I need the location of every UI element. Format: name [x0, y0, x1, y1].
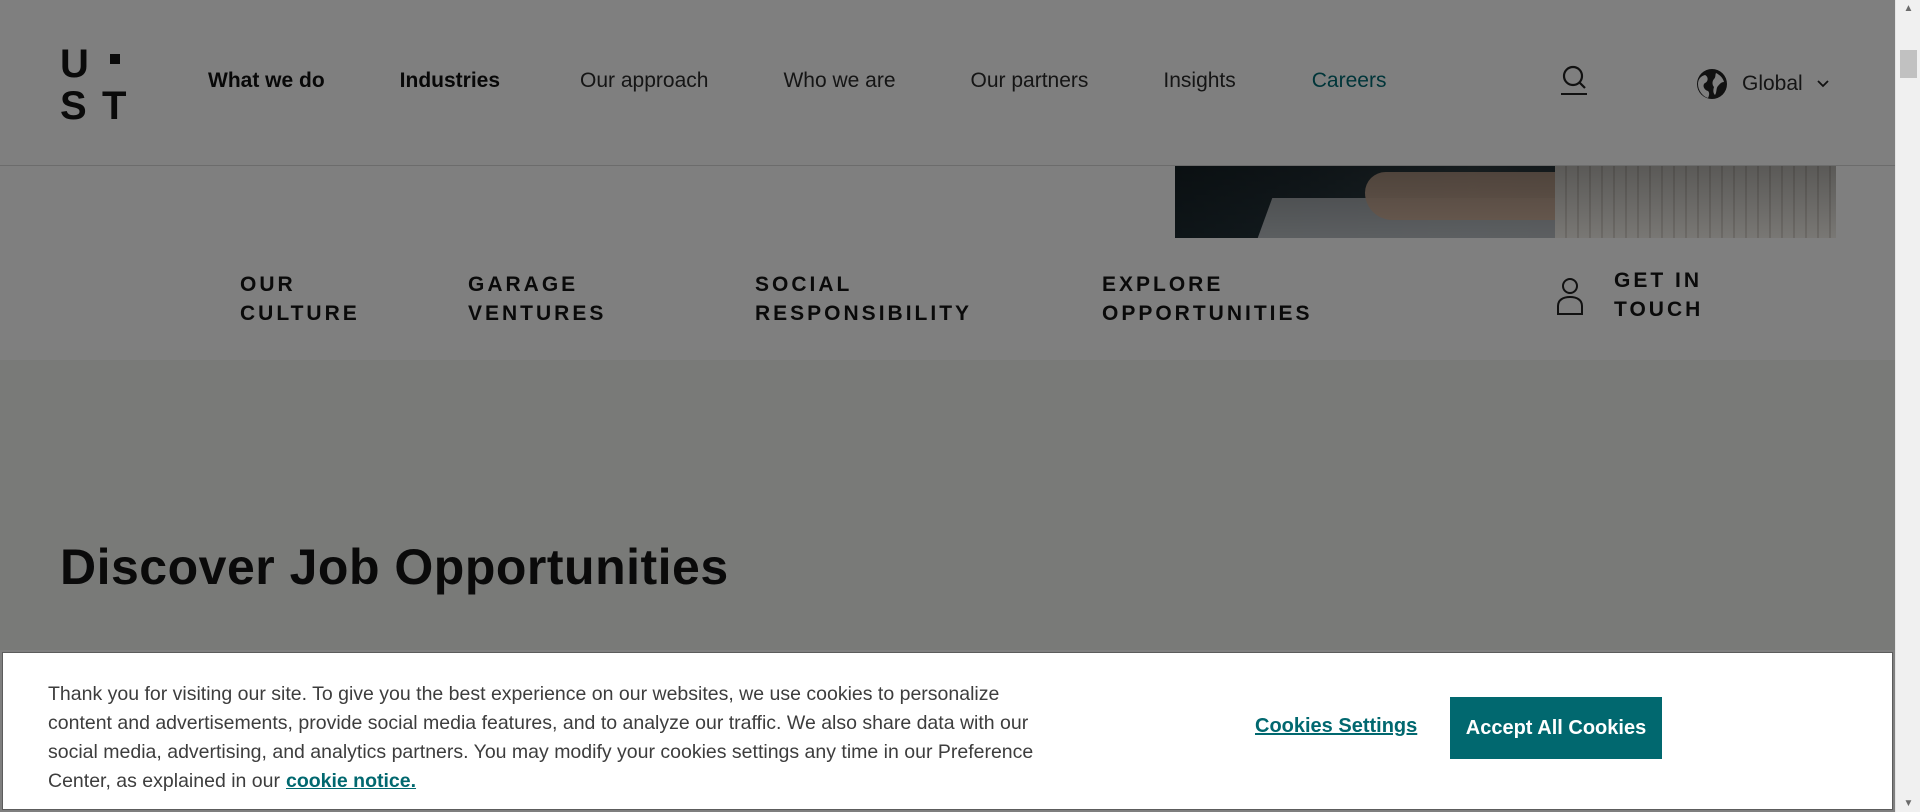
- cookie-notice-link[interactable]: cookie notice.: [286, 770, 416, 792]
- cookie-message-text: Thank you for visiting our site. To give…: [48, 683, 1034, 792]
- page-scrollbar[interactable]: ▲ ▼: [1895, 0, 1920, 812]
- scroll-up-arrow-icon[interactable]: ▲: [1896, 0, 1920, 17]
- page-viewport: U S T What we do Industries Our approach…: [0, 0, 1895, 812]
- cookie-message: Thank you for visiting our site. To give…: [48, 680, 1058, 796]
- accept-all-cookies-button[interactable]: Accept All Cookies: [1450, 697, 1662, 759]
- cookies-settings-button[interactable]: Cookies Settings: [1255, 715, 1417, 738]
- cookie-banner: Thank you for visiting our site. To give…: [2, 652, 1893, 810]
- scrollbar-thumb[interactable]: [1900, 50, 1917, 78]
- scroll-down-arrow-icon[interactable]: ▼: [1896, 795, 1920, 812]
